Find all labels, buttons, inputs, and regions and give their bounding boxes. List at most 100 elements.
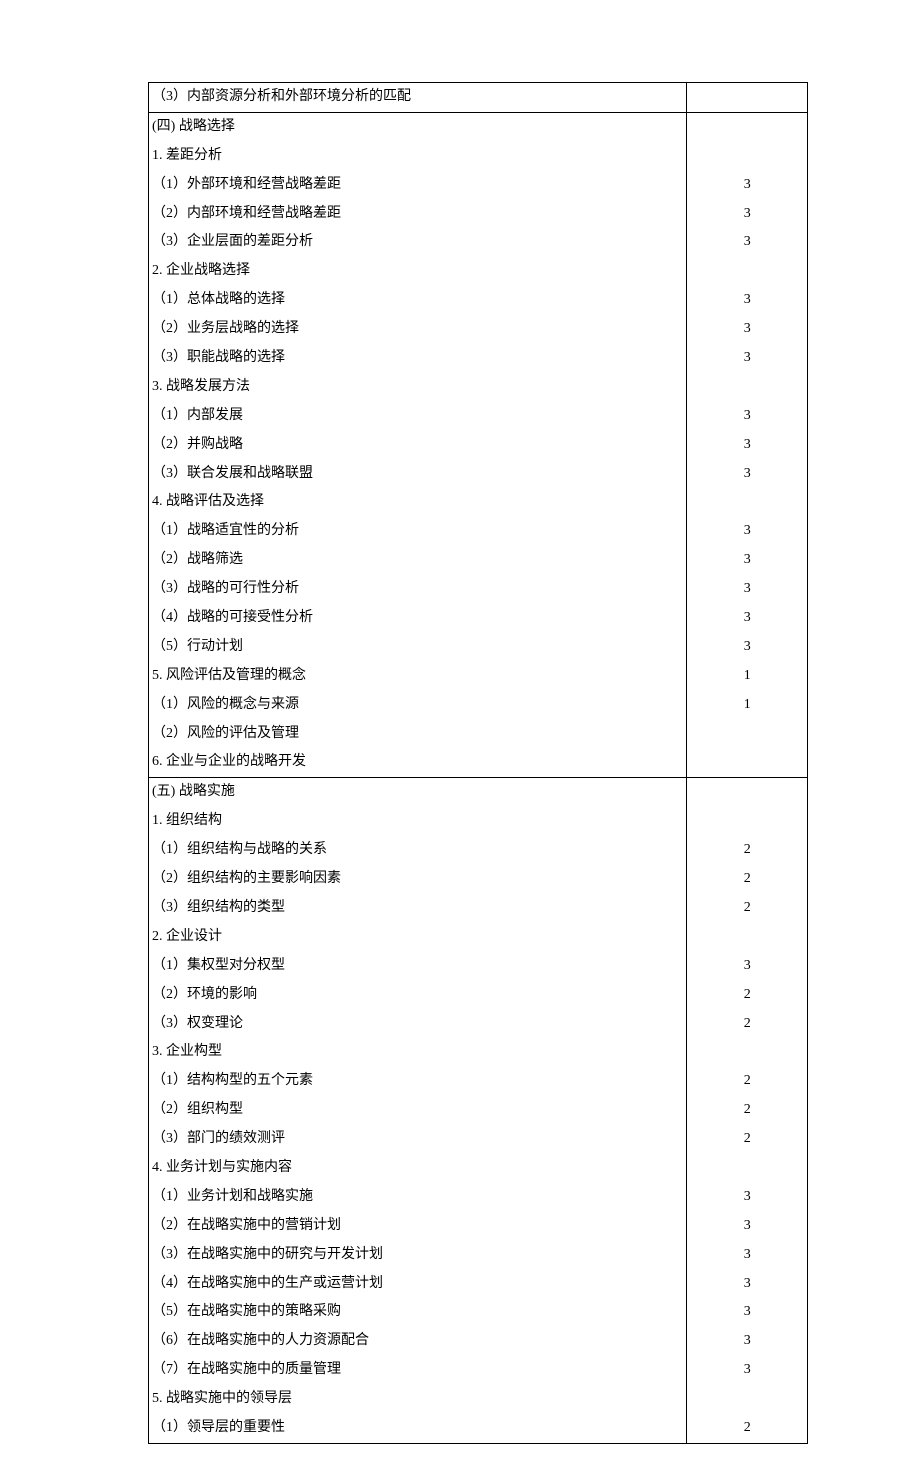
row-text: 3. 战略发展方法 (149, 373, 687, 402)
table-row: （2）在战略实施中的营销计划3 (149, 1212, 808, 1241)
row-value: 3 (687, 171, 808, 200)
row-value: 1 (687, 691, 808, 720)
row-text: 2. 企业战略选择 (149, 257, 687, 286)
row-text: （3）职能战略的选择 (149, 344, 687, 373)
table-row: （3）联合发展和战略联盟3 (149, 460, 808, 489)
table-row: （5）行动计划3 (149, 633, 808, 662)
row-value: 3 (687, 1327, 808, 1356)
row-value: 1 (687, 662, 808, 691)
row-value: 3 (687, 200, 808, 229)
row-value: 3 (687, 546, 808, 575)
table-row: （1）内部发展3 (149, 402, 808, 431)
row-value: 3 (687, 952, 808, 981)
row-text: （3）联合发展和战略联盟 (149, 460, 687, 489)
table-row: （2）业务层战略的选择3 (149, 315, 808, 344)
row-value: 2 (687, 981, 808, 1010)
table-row: (五) 战略实施 (149, 778, 808, 807)
row-value: 2 (687, 1125, 808, 1154)
table-row: （1）战略适宜性的分析3 (149, 517, 808, 546)
row-value: 3 (687, 517, 808, 546)
table-row: （1）外部环境和经营战略差距3 (149, 171, 808, 200)
table-row: 2. 企业设计 (149, 923, 808, 952)
table-row: （3）战略的可行性分析3 (149, 575, 808, 604)
outline-table: （3）内部资源分析和外部环境分析的匹配(四) 战略选择1. 差距分析（1）外部环… (148, 82, 808, 1444)
row-text: （2）业务层战略的选择 (149, 315, 687, 344)
row-text: （1）集权型对分权型 (149, 952, 687, 981)
row-text: （2）并购战略 (149, 431, 687, 460)
table-row: （4）战略的可接受性分析3 (149, 604, 808, 633)
row-text: （1）总体战略的选择 (149, 286, 687, 315)
row-value (687, 1154, 808, 1183)
table-row: （2）战略筛选3 (149, 546, 808, 575)
row-value (687, 778, 808, 807)
row-text: 6. 企业与企业的战略开发 (149, 748, 687, 777)
row-text: （5）在战略实施中的策略采购 (149, 1298, 687, 1327)
table-row: （3）部门的绩效测评2 (149, 1125, 808, 1154)
row-value (687, 112, 808, 141)
table-row: 4. 战略评估及选择 (149, 488, 808, 517)
row-text: （3）部门的绩效测评 (149, 1125, 687, 1154)
table-row: 4. 业务计划与实施内容 (149, 1154, 808, 1183)
row-value (687, 257, 808, 286)
row-text: (五) 战略实施 (149, 778, 687, 807)
row-value (687, 720, 808, 749)
row-value (687, 1038, 808, 1067)
table-row: （3）权变理论2 (149, 1010, 808, 1039)
row-text: （2）风险的评估及管理 (149, 720, 687, 749)
table-row: 1. 差距分析 (149, 142, 808, 171)
row-text: （6）在战略实施中的人力资源配合 (149, 1327, 687, 1356)
row-value: 3 (687, 431, 808, 460)
row-text: （1）战略适宜性的分析 (149, 517, 687, 546)
table-row: （2）组织结构的主要影响因素2 (149, 865, 808, 894)
row-text: （2）环境的影响 (149, 981, 687, 1010)
row-value: 3 (687, 1270, 808, 1299)
row-text: （1）组织结构与战略的关系 (149, 836, 687, 865)
row-text: （3）内部资源分析和外部环境分析的匹配 (149, 83, 687, 113)
row-text: （3）战略的可行性分析 (149, 575, 687, 604)
row-value: 3 (687, 1298, 808, 1327)
table-row: （1）总体战略的选择3 (149, 286, 808, 315)
row-value: 2 (687, 1096, 808, 1125)
row-value (687, 923, 808, 952)
row-value: 3 (687, 1241, 808, 1270)
table-row: 1. 组织结构 (149, 807, 808, 836)
row-value (687, 1385, 808, 1414)
table-row: （3）内部资源分析和外部环境分析的匹配 (149, 83, 808, 113)
row-value: 3 (687, 286, 808, 315)
row-value (687, 83, 808, 113)
row-text: （2）组织结构的主要影响因素 (149, 865, 687, 894)
table-row: （3）在战略实施中的研究与开发计划3 (149, 1241, 808, 1270)
row-text: （1）业务计划和战略实施 (149, 1183, 687, 1212)
row-value: 3 (687, 344, 808, 373)
row-value: 2 (687, 865, 808, 894)
row-text: 1. 差距分析 (149, 142, 687, 171)
row-text: (四) 战略选择 (149, 112, 687, 141)
row-text: （1）结构构型的五个元素 (149, 1067, 687, 1096)
row-value: 2 (687, 1414, 808, 1443)
table-row: （3）组织结构的类型2 (149, 894, 808, 923)
row-text: （4）战略的可接受性分析 (149, 604, 687, 633)
row-text: （3）权变理论 (149, 1010, 687, 1039)
row-value: 3 (687, 402, 808, 431)
table-row: （1）风险的概念与来源1 (149, 691, 808, 720)
row-text: （1）领导层的重要性 (149, 1414, 687, 1443)
row-value (687, 373, 808, 402)
row-text: 4. 业务计划与实施内容 (149, 1154, 687, 1183)
row-text: 3. 企业构型 (149, 1038, 687, 1067)
table-row: （1）组织结构与战略的关系2 (149, 836, 808, 865)
row-value: 3 (687, 460, 808, 489)
table-row: （2）并购战略3 (149, 431, 808, 460)
table-row: 6. 企业与企业的战略开发 (149, 748, 808, 777)
table-row: （1）结构构型的五个元素2 (149, 1067, 808, 1096)
row-value: 3 (687, 575, 808, 604)
row-value: 2 (687, 1067, 808, 1096)
table-row: 3. 战略发展方法 (149, 373, 808, 402)
row-text: （7）在战略实施中的质量管理 (149, 1356, 687, 1385)
row-value: 3 (687, 633, 808, 662)
table-row: 5. 战略实施中的领导层 (149, 1385, 808, 1414)
row-text: （3）组织结构的类型 (149, 894, 687, 923)
row-value (687, 748, 808, 777)
row-value: 3 (687, 604, 808, 633)
row-value: 3 (687, 315, 808, 344)
row-value: 2 (687, 1010, 808, 1039)
